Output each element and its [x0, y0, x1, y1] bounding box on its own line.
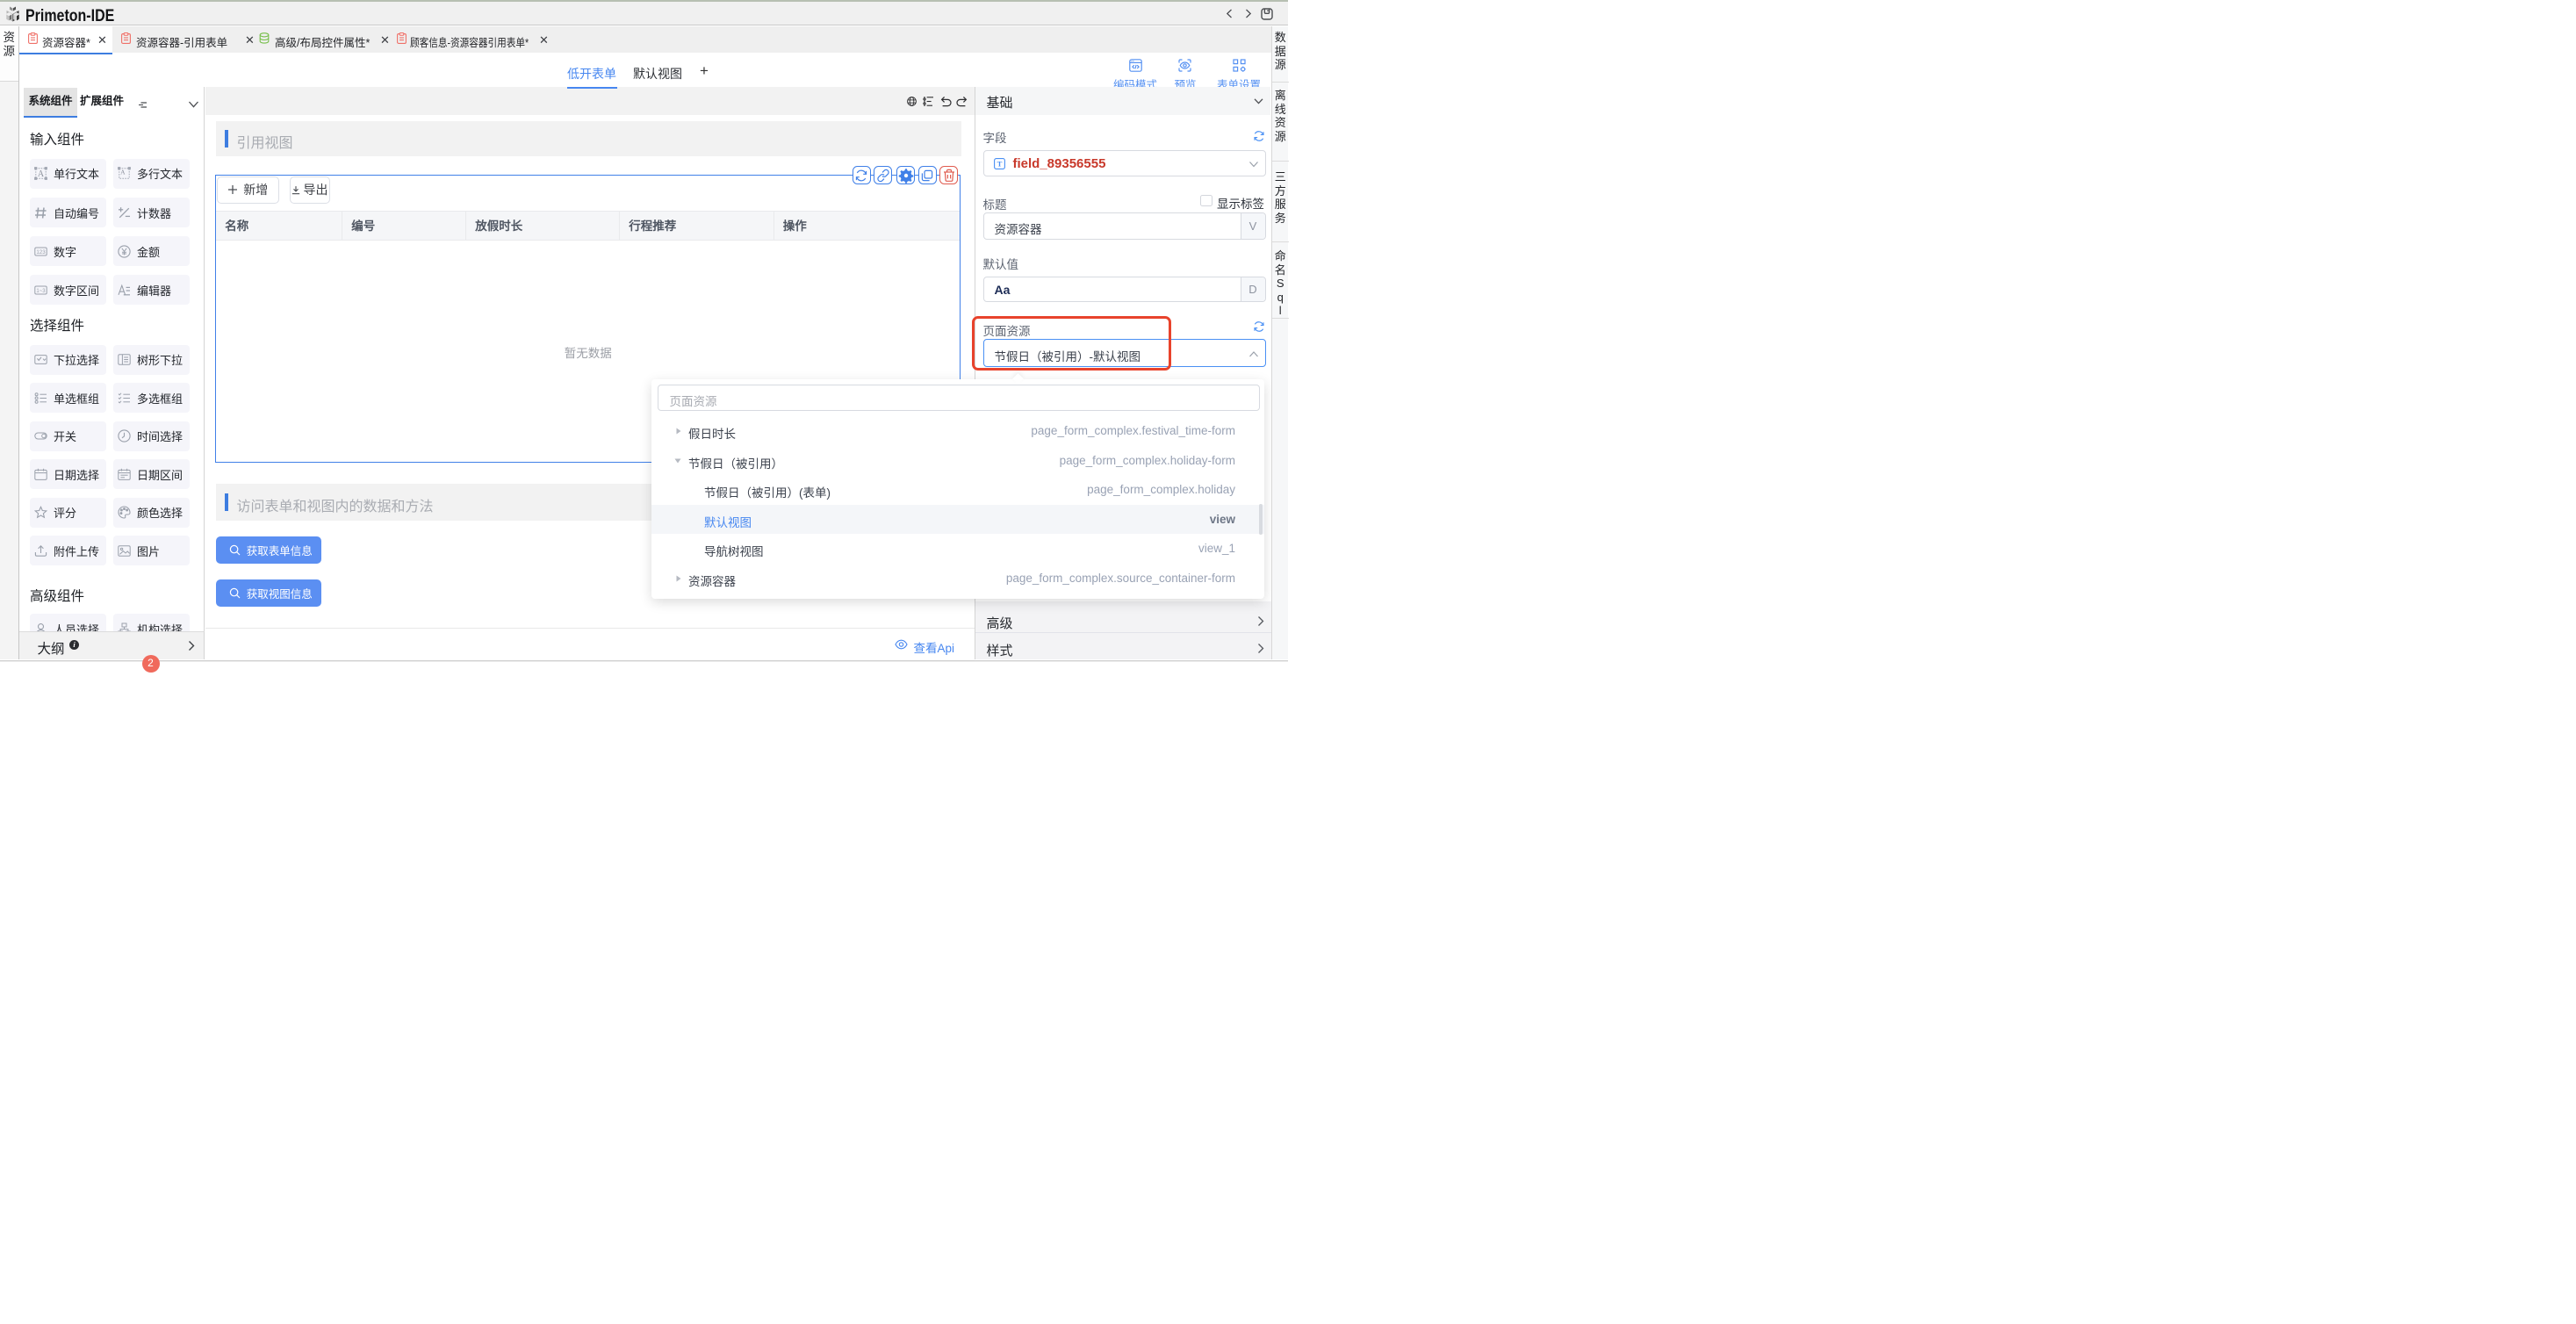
svg-text:123: 123 [36, 249, 46, 255]
svg-text:A: A [38, 169, 45, 179]
svg-text:T: T [997, 160, 1002, 169]
svg-text:1~3: 1~3 [36, 288, 46, 293]
svg-text:A: A [120, 169, 126, 176]
